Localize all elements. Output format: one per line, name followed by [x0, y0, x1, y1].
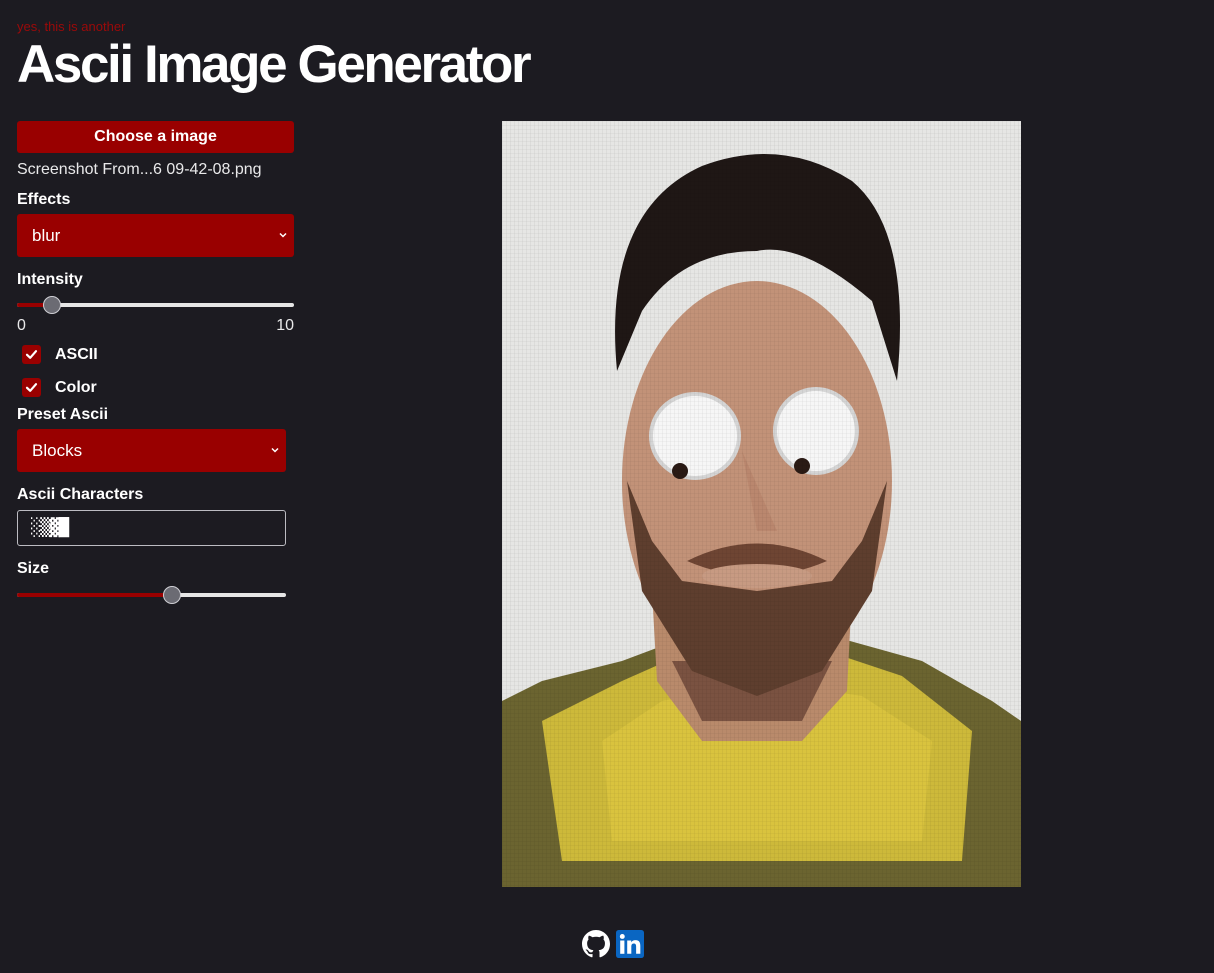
page-title: Ascii Image Generator [17, 35, 532, 94]
github-icon[interactable] [582, 930, 610, 958]
tagline: yes, this is another [17, 19, 126, 34]
intensity-label: Intensity [17, 271, 83, 288]
intensity-max-label: 10 [276, 317, 294, 334]
chevron-down-icon [270, 429, 280, 472]
page: yes, this is another Ascii Image Generat… [0, 0, 1214, 973]
ascii-checkbox-label: ASCII [55, 345, 98, 363]
preset-select[interactable]: Blocks [17, 429, 286, 472]
choose-image-button[interactable]: Choose a image [17, 121, 294, 153]
effects-label: Effects [17, 191, 71, 208]
intensity-slider-thumb[interactable] [42, 296, 61, 314]
effects-select[interactable]: blur [17, 214, 294, 257]
effects-select-value: blur [32, 226, 61, 245]
ascii-toggle-row: ASCII [17, 338, 294, 371]
linkedin-icon[interactable] [616, 930, 644, 958]
checkmark-icon [25, 350, 38, 359]
ascii-characters-value: ░▒▓█ [31, 518, 69, 538]
footer-links [582, 930, 644, 958]
intensity-min-label: 0 [17, 317, 26, 334]
size-label: Size [17, 560, 50, 577]
preset-label: Preset Ascii [17, 406, 109, 423]
controls-panel: Choose a image Screenshot From...6 09-42… [17, 121, 294, 606]
checkmark-icon [25, 383, 38, 392]
size-slider[interactable] [17, 584, 286, 606]
ascii-checkbox[interactable] [22, 345, 41, 364]
size-slider-thumb[interactable] [162, 586, 181, 604]
selected-filename: Screenshot From...6 09-42-08.png [17, 161, 262, 178]
intensity-slider[interactable] [17, 294, 294, 316]
chevron-down-icon [278, 214, 288, 257]
color-checkbox-label: Color [55, 378, 97, 396]
ascii-characters-input[interactable]: ░▒▓█ [17, 510, 286, 546]
color-toggle-row: Color [17, 371, 294, 404]
size-slider-fill [17, 593, 172, 597]
ascii-characters-label: Ascii Characters [17, 486, 144, 503]
ascii-preview-image [502, 121, 1021, 887]
color-checkbox[interactable] [22, 378, 41, 397]
preset-select-value: Blocks [32, 441, 83, 460]
ascii-portrait-render [502, 121, 1021, 887]
intensity-range: 0 10 [17, 316, 294, 336]
